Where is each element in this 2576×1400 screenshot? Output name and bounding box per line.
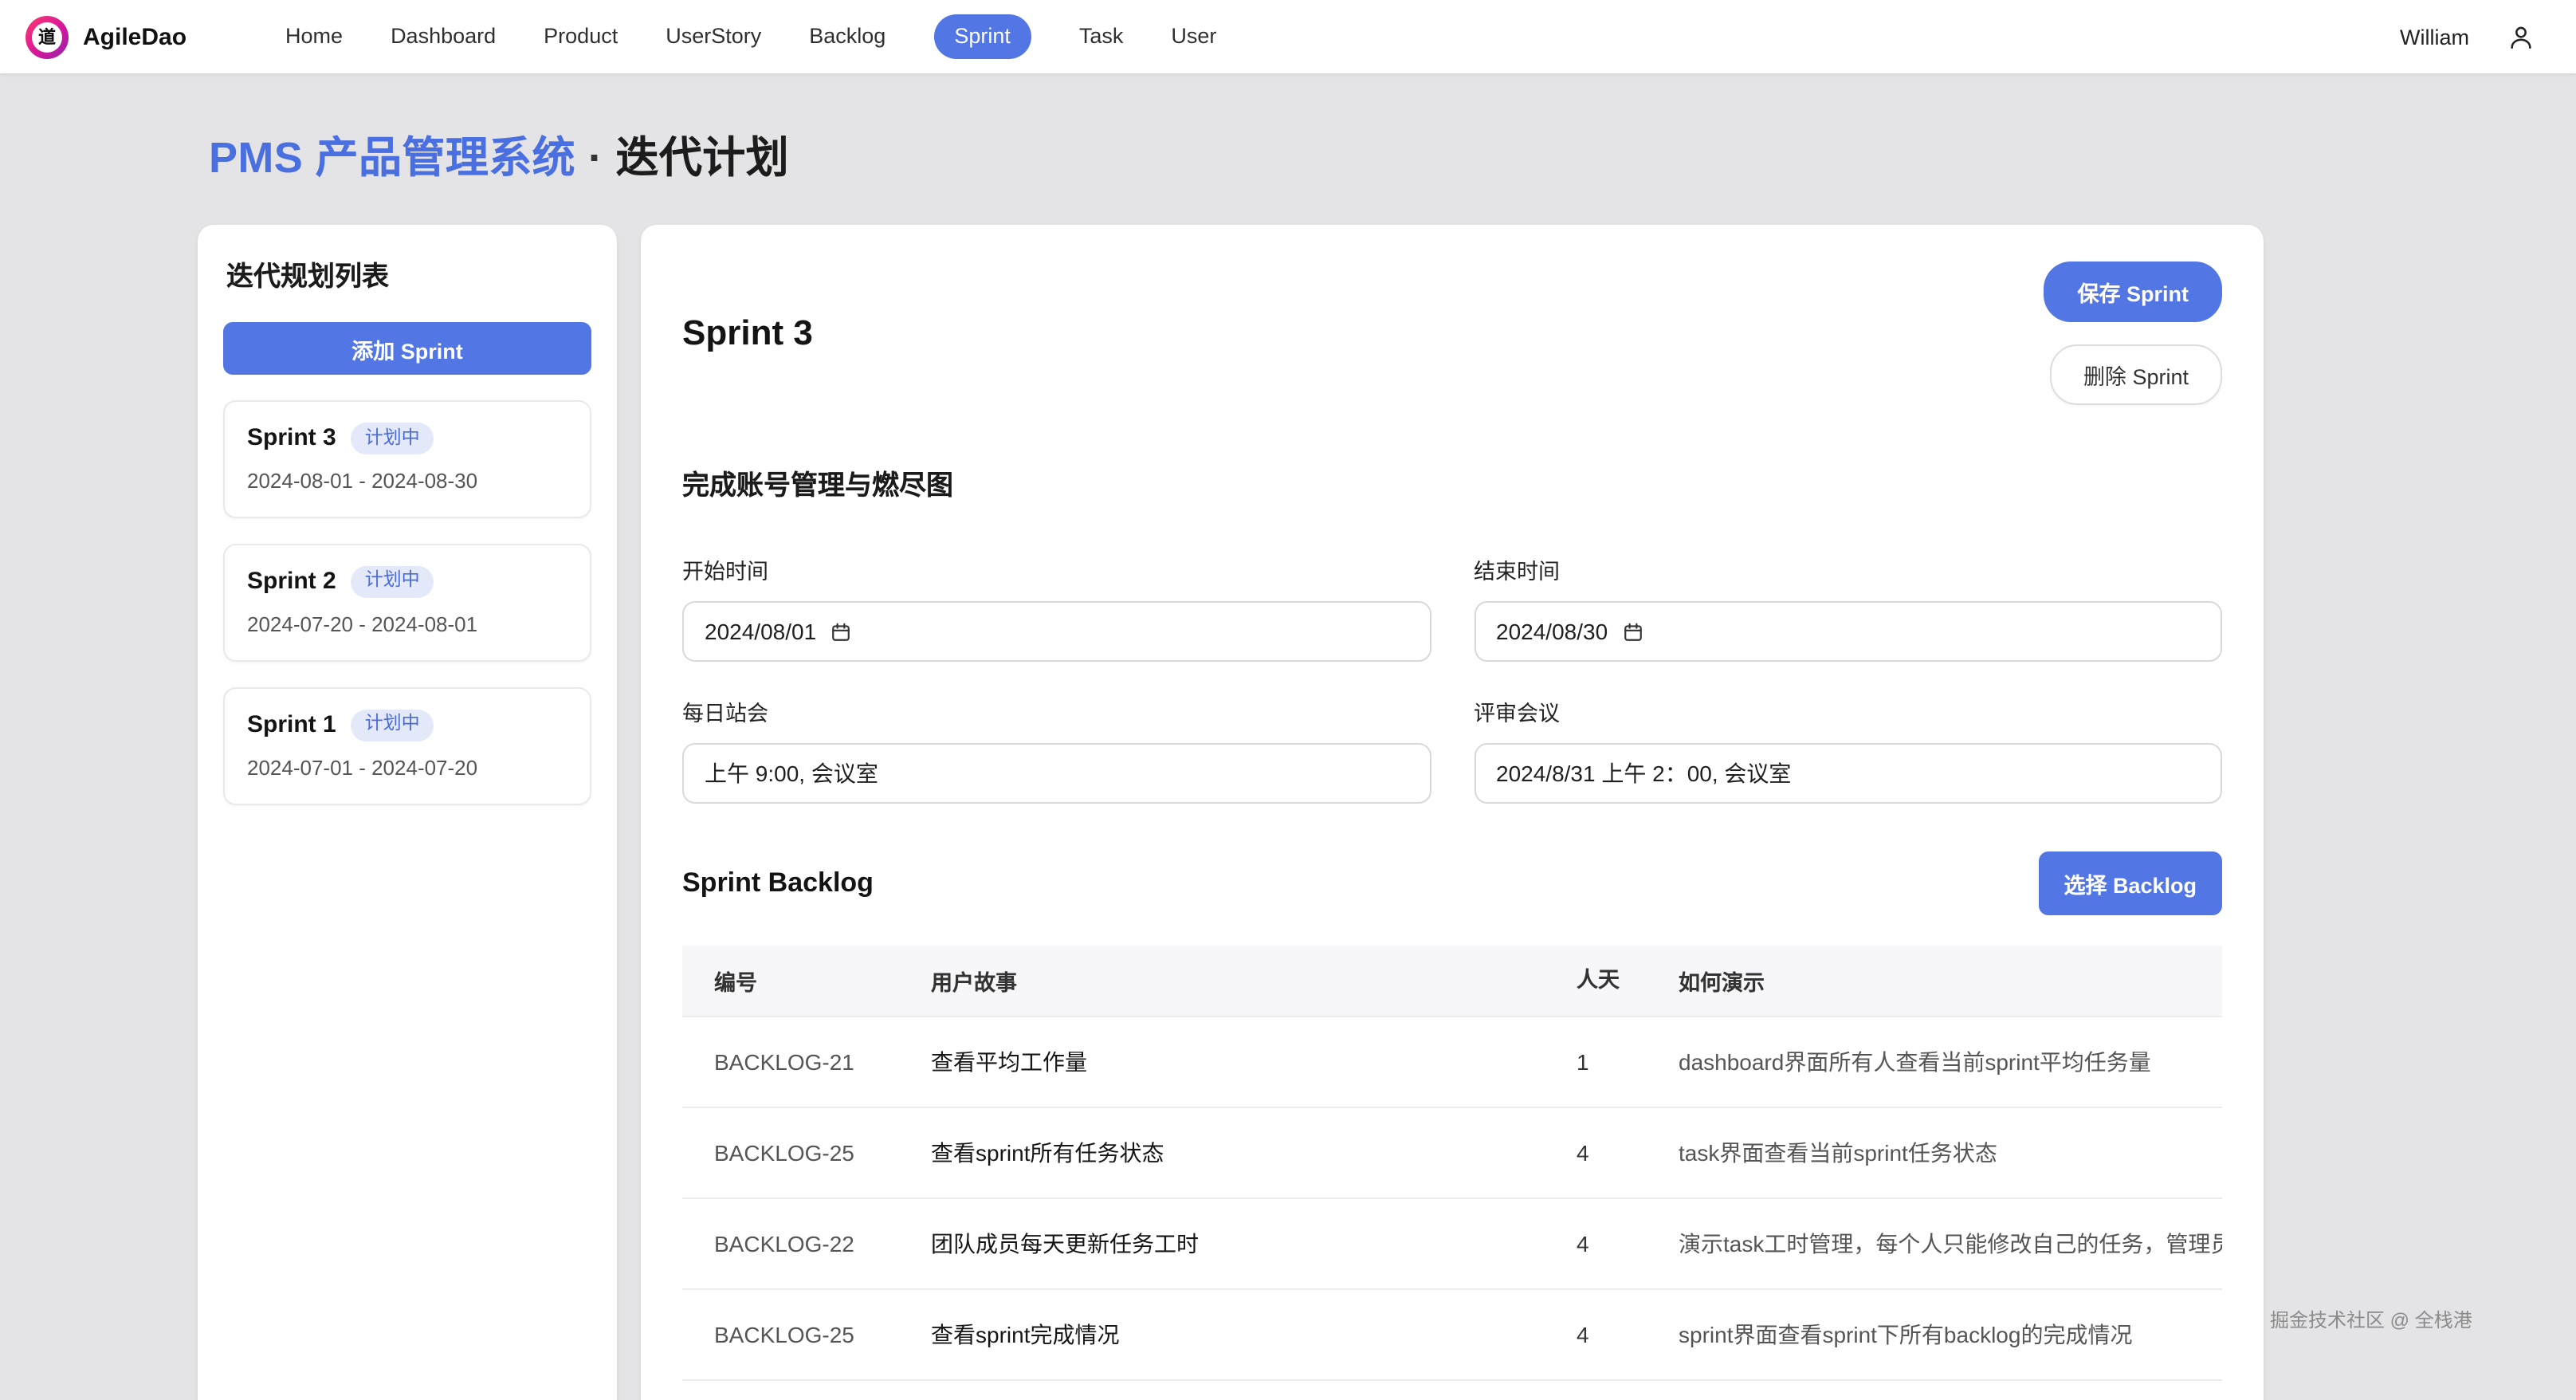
standup-value: 上午 9:00, 会议室: [705, 757, 878, 789]
end-date-value: 2024/08/30: [1496, 619, 1608, 644]
start-date-field-group: 开始时间 2024/08/01: [682, 553, 1431, 662]
backlog-id: BACKLOG-22: [682, 1198, 899, 1289]
sprint-goal-text: 完成账号管理与燃尽图: [682, 462, 2222, 502]
add-sprint-button[interactable]: 添加 Sprint: [223, 322, 591, 375]
backlog-section-title: Sprint Backlog: [682, 867, 874, 899]
sprint-status-badge: 计划中: [351, 710, 434, 741]
top-nav-bar: 道 AgileDao Home Dashboard Product UserSt…: [0, 0, 2576, 73]
sprint-status-badge: 计划中: [351, 423, 434, 454]
standup-label: 每日站会: [682, 695, 1431, 727]
sprint-card-3[interactable]: Sprint 3 计划中 2024-08-01 - 2024-08-30: [223, 400, 591, 518]
topbar-right: William: [2400, 23, 2550, 50]
sprint-card-dates: 2024-07-20 - 2024-08-01: [247, 612, 567, 636]
backlog-table-header-row: 编号 用户故事 人天 如何演示: [682, 946, 2222, 1017]
end-date-field-group: 结束时间 2024/08/30: [1474, 553, 2222, 662]
sprint-card-dates: 2024-08-01 - 2024-08-30: [247, 469, 567, 493]
calendar-icon[interactable]: [1622, 622, 1643, 643]
backlog-demo: task界面查看当前sprint任务状态: [1647, 1107, 2222, 1198]
sprint-status-badge: 计划中: [351, 566, 434, 598]
start-date-input[interactable]: 2024/08/01: [682, 601, 1431, 662]
page-title-separator: ·: [588, 134, 603, 182]
review-input[interactable]: 2024/8/31 上午 2：00, 会议室: [1474, 743, 2222, 804]
backlog-demo: sprint界面查看sprint下所有backlog的完成情况: [1647, 1289, 2222, 1380]
brand-logo-icon[interactable]: 道: [26, 15, 69, 58]
col-header-days: 人天: [1545, 946, 1647, 1017]
sprint-card-2[interactable]: Sprint 2 计划中 2024-07-20 - 2024-08-01: [223, 544, 591, 662]
sprint-card-header: Sprint 1 计划中: [247, 710, 567, 741]
page-content: PMS 产品管理系统 ·迭代计划 迭代规划列表 添加 Sprint Sprint …: [198, 73, 2264, 1400]
col-header-id: 编号: [682, 946, 899, 1017]
brand-name: AgileDao: [83, 23, 187, 50]
sprint-card-name: Sprint 1: [247, 712, 336, 739]
backlog-days: 4: [1545, 1289, 1647, 1380]
sprint-card-dates: 2024-07-01 - 2024-07-20: [247, 756, 567, 780]
backlog-row[interactable]: BACKLOG-25 查看sprint完成情况 4 sprint界面查看spri…: [682, 1289, 2222, 1380]
page-title: PMS 产品管理系统 ·迭代计划: [209, 73, 2264, 185]
sprint-detail-actions: 保存 Sprint 删除 Sprint: [2044, 262, 2223, 405]
backlog-id: BACKLOG-25: [682, 1289, 899, 1380]
sprint-list-panel: 迭代规划列表 添加 Sprint Sprint 3 计划中 2024-08-01…: [198, 225, 617, 1400]
backlog-story: 查看sprint完成情况: [899, 1289, 1545, 1380]
main-nav: Home Dashboard Product UserStory Backlog…: [285, 15, 1216, 59]
current-user-name[interactable]: William: [2400, 25, 2469, 49]
nav-item-user[interactable]: User: [1171, 15, 1216, 59]
nav-item-sprint[interactable]: Sprint: [933, 15, 1031, 59]
backlog-story: 查看sprint所有任务状态: [899, 1107, 1545, 1198]
app-root: 道 AgileDao Home Dashboard Product UserSt…: [0, 0, 2576, 1400]
select-backlog-button[interactable]: 选择 Backlog: [2038, 851, 2222, 915]
backlog-id: BACKLOG-21: [682, 1017, 899, 1107]
backlog-id: BACKLOG-25: [682, 1107, 899, 1198]
sprint-card-name: Sprint 2: [247, 568, 336, 596]
start-date-value: 2024/08/01: [705, 619, 816, 644]
two-column-layout: 迭代规划列表 添加 Sprint Sprint 3 计划中 2024-08-01…: [198, 225, 2264, 1400]
col-header-story: 用户故事: [899, 946, 1545, 1017]
backlog-demo: 演示task工时管理，每个人只能修改自己的任务，管理员可: [1647, 1198, 2222, 1289]
nav-item-task[interactable]: Task: [1079, 15, 1124, 59]
page-title-primary: PMS 产品管理系统: [209, 134, 575, 182]
page-title-secondary: 迭代计划: [615, 134, 789, 182]
review-value: 2024/8/31 上午 2：00, 会议室: [1496, 757, 1791, 789]
nav-item-userstory[interactable]: UserStory: [666, 15, 761, 59]
sprint-card-header: Sprint 3 计划中: [247, 423, 567, 454]
nav-item-product[interactable]: Product: [544, 15, 618, 59]
sprint-detail-panel: Sprint 3 保存 Sprint 删除 Sprint 完成账号管理与燃尽图 …: [641, 225, 2264, 1400]
backlog-row[interactable]: BACKLOG-21 查看平均工作量 1 dashboard界面所有人查看当前s…: [682, 1017, 2222, 1107]
backlog-section-header: Sprint Backlog 选择 Backlog: [682, 851, 2222, 915]
sprint-form: 开始时间 2024/08/01 结束时间: [682, 553, 2222, 804]
review-field-group: 评审会议 2024/8/31 上午 2：00, 会议室: [1474, 695, 2222, 804]
backlog-days: 4: [1545, 1198, 1647, 1289]
watermark-text: 掘金技术社区 @ 全栈港: [2270, 1306, 2472, 1333]
backlog-table: 编号 用户故事 人天 如何演示 BACKLOG-21 查看平均工作量 1 das…: [682, 946, 2222, 1381]
user-profile-icon[interactable]: [2507, 23, 2535, 50]
review-label: 评审会议: [1474, 695, 2222, 727]
backlog-days: 1: [1545, 1017, 1647, 1107]
backlog-story: 查看平均工作量: [899, 1017, 1545, 1107]
sprint-card-name: Sprint 3: [247, 425, 336, 452]
nav-item-home[interactable]: Home: [285, 15, 343, 59]
sprint-detail-title: Sprint 3: [682, 313, 813, 354]
sprint-detail-header: Sprint 3 保存 Sprint 删除 Sprint: [682, 262, 2222, 405]
calendar-icon[interactable]: [831, 622, 851, 643]
save-sprint-button[interactable]: 保存 Sprint: [2044, 262, 2223, 322]
sprint-list-title: 迭代规划列表: [226, 254, 591, 293]
end-date-label: 结束时间: [1474, 553, 2222, 585]
backlog-days: 4: [1545, 1107, 1647, 1198]
backlog-row[interactable]: BACKLOG-25 查看sprint所有任务状态 4 task界面查看当前sp…: [682, 1107, 2222, 1198]
backlog-demo: dashboard界面所有人查看当前sprint平均任务量: [1647, 1017, 2222, 1107]
standup-input[interactable]: 上午 9:00, 会议室: [682, 743, 1431, 804]
end-date-input[interactable]: 2024/08/30: [1474, 601, 2222, 662]
delete-sprint-button[interactable]: 删除 Sprint: [2050, 344, 2222, 405]
backlog-row[interactable]: BACKLOG-22 团队成员每天更新任务工时 4 演示task工时管理，每个人…: [682, 1198, 2222, 1289]
col-header-demo: 如何演示: [1647, 946, 2222, 1017]
start-date-label: 开始时间: [682, 553, 1431, 585]
brand-logo-glyph: 道: [32, 22, 62, 52]
backlog-story: 团队成员每天更新任务工时: [899, 1198, 1545, 1289]
nav-item-backlog[interactable]: Backlog: [809, 15, 886, 59]
nav-item-dashboard[interactable]: Dashboard: [391, 15, 496, 59]
standup-field-group: 每日站会 上午 9:00, 会议室: [682, 695, 1431, 804]
sprint-card-header: Sprint 2 计划中: [247, 566, 567, 598]
sprint-card-1[interactable]: Sprint 1 计划中 2024-07-01 - 2024-07-20: [223, 687, 591, 805]
